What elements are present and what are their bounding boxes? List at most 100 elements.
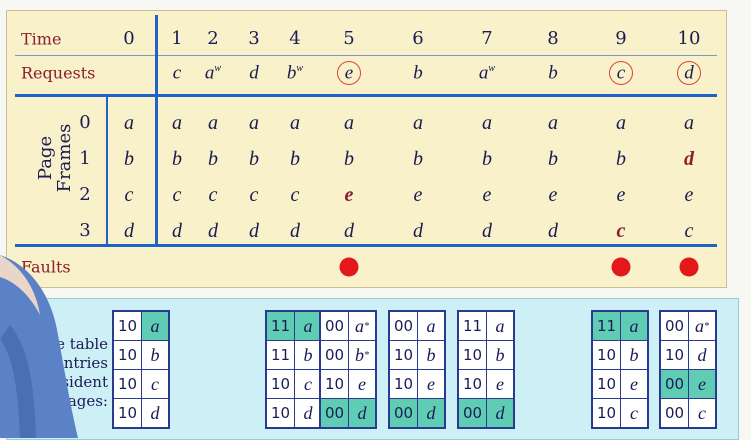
page-table-entry: 10 e bbox=[593, 370, 647, 399]
page-table-entry: 10 a bbox=[114, 312, 168, 341]
page-table-10: 00 a * 10 d 00 e 00 c bbox=[659, 310, 717, 429]
time-1: 1 bbox=[171, 28, 183, 49]
frame-0-time-9: a bbox=[616, 112, 626, 134]
page-frames-label-line1: Page bbox=[35, 135, 56, 181]
page-table-entry: 10 e bbox=[321, 370, 375, 399]
fault-circle-9 bbox=[609, 61, 633, 85]
entry-bits: 00 bbox=[661, 399, 689, 427]
page-table-entry: 10 b bbox=[390, 341, 444, 370]
entry-bits: 11 bbox=[459, 312, 487, 340]
frame-index-3: 3 bbox=[79, 220, 91, 241]
entry-page: a bbox=[426, 315, 436, 336]
frame-3-time-0: d bbox=[124, 220, 134, 242]
entry-bits: 10 bbox=[114, 312, 142, 340]
page-table-entry: 10 c bbox=[267, 370, 321, 399]
entry-bits: 10 bbox=[267, 399, 295, 427]
page-table-entry: 00 a * bbox=[321, 312, 375, 341]
entry-bits: 00 bbox=[321, 399, 349, 427]
page-frames-label: Page Frames bbox=[35, 118, 75, 198]
entry-page: d bbox=[487, 399, 513, 427]
time-10: 10 bbox=[677, 28, 701, 49]
page-table-entry: 11 a bbox=[267, 312, 321, 341]
frame-3-time-10: c bbox=[684, 220, 694, 242]
entry-bits: 10 bbox=[114, 370, 142, 398]
frame-3-time-5: d bbox=[344, 220, 354, 242]
frame-2-time-3: c bbox=[249, 184, 259, 206]
entry-page: e bbox=[496, 373, 504, 394]
entry-page: c bbox=[151, 373, 159, 394]
frame-0-time-2: a bbox=[208, 112, 218, 134]
page-table-entry: 11 a bbox=[459, 312, 513, 341]
entry-page: b bbox=[629, 344, 639, 365]
frame-index-2: 2 bbox=[79, 184, 91, 205]
entry-bits: 10 bbox=[593, 370, 621, 398]
entry-bits: 00 bbox=[459, 399, 487, 427]
page-table-entry: 10 b bbox=[593, 341, 647, 370]
entry-page: a bbox=[142, 312, 168, 340]
frame-2-time-5: e bbox=[344, 184, 354, 206]
frame-2-time-9: e bbox=[616, 184, 626, 206]
entry-bits: 10 bbox=[321, 370, 349, 398]
page-table-entry: 00 e bbox=[661, 370, 715, 399]
frame-1-time-1: b bbox=[172, 148, 182, 170]
page-table-entry: 00 a bbox=[390, 312, 444, 341]
reference-star: * bbox=[364, 349, 369, 361]
entry-bits: 10 bbox=[390, 370, 418, 398]
frame-0-time-1: a bbox=[172, 112, 182, 134]
time-4: 4 bbox=[289, 28, 301, 49]
frame-0-time-5: a bbox=[344, 112, 354, 134]
entry-page: b bbox=[303, 344, 313, 365]
frame-2-time-1: c bbox=[172, 184, 182, 206]
frame-1-time-3: b bbox=[249, 148, 259, 170]
request-3: d bbox=[249, 62, 259, 84]
entry-page: b * bbox=[355, 344, 369, 365]
entry-bits: 00 bbox=[321, 341, 349, 369]
time-zero-divider bbox=[155, 15, 158, 247]
entry-page: a * bbox=[695, 315, 709, 336]
time-8: 8 bbox=[547, 28, 559, 49]
reference-star: * bbox=[704, 320, 709, 332]
fault-marker-9 bbox=[611, 257, 631, 277]
entry-bits: 00 bbox=[390, 399, 418, 427]
entry-page: b bbox=[426, 344, 436, 365]
frame-2-time-2: c bbox=[208, 184, 218, 206]
frame-0-time-7: a bbox=[482, 112, 492, 134]
page-frames-label-line2: Frames bbox=[54, 123, 75, 193]
page-table-entry: 00 d bbox=[459, 399, 513, 427]
page-replacement-table: Time Requests Faults Page Frames 0123456… bbox=[6, 10, 727, 288]
page-table-entry: 00 a * bbox=[661, 312, 715, 341]
page-table-4: 11 a 11 b 10 c 10 d bbox=[265, 310, 323, 429]
faults-divider bbox=[15, 244, 717, 247]
page-table-5: 00 a * 00 b * 10 e 00 d bbox=[319, 310, 377, 429]
frame-2-time-10: e bbox=[684, 184, 694, 206]
entry-bits: 10 bbox=[267, 370, 295, 398]
frame-2-time-8: e bbox=[548, 184, 558, 206]
entry-bits: 00 bbox=[661, 312, 689, 340]
frame-1-time-2: b bbox=[208, 148, 218, 170]
frame-3-time-8: d bbox=[548, 220, 558, 242]
fault-marker-5 bbox=[339, 257, 359, 277]
page-table-7: 11 a 10 b 10 e 00 d bbox=[457, 310, 515, 429]
entry-page: e bbox=[427, 373, 435, 394]
entry-page: a bbox=[295, 312, 321, 340]
frame-0-time-3: a bbox=[249, 112, 259, 134]
page-table-6: 00 a 10 b 10 e 00 d bbox=[388, 310, 446, 429]
frame-3-time-9: c bbox=[616, 220, 626, 242]
page-table-entry: 10 b bbox=[459, 341, 513, 370]
requests-row-label: Requests bbox=[21, 63, 96, 83]
page-table-0: 10 a 10 b 10 c 10 d bbox=[112, 310, 170, 429]
frame-1-time-4: b bbox=[290, 148, 300, 170]
frame-1-time-6: b bbox=[413, 148, 423, 170]
frame-index-0: 0 bbox=[79, 112, 91, 133]
entry-page: d bbox=[303, 402, 313, 423]
frame-1-time-5: b bbox=[344, 148, 354, 170]
frame-0-time-4: a bbox=[290, 112, 300, 134]
fault-circle-10 bbox=[677, 61, 701, 85]
entry-bits: 10 bbox=[593, 399, 621, 427]
frame-1-time-8: b bbox=[548, 148, 558, 170]
entry-bits: 10 bbox=[661, 341, 689, 369]
entry-bits: 00 bbox=[321, 312, 349, 340]
page-table-entry: 11 b bbox=[267, 341, 321, 370]
entry-page: b bbox=[495, 344, 505, 365]
frame-2-time-6: e bbox=[413, 184, 423, 206]
